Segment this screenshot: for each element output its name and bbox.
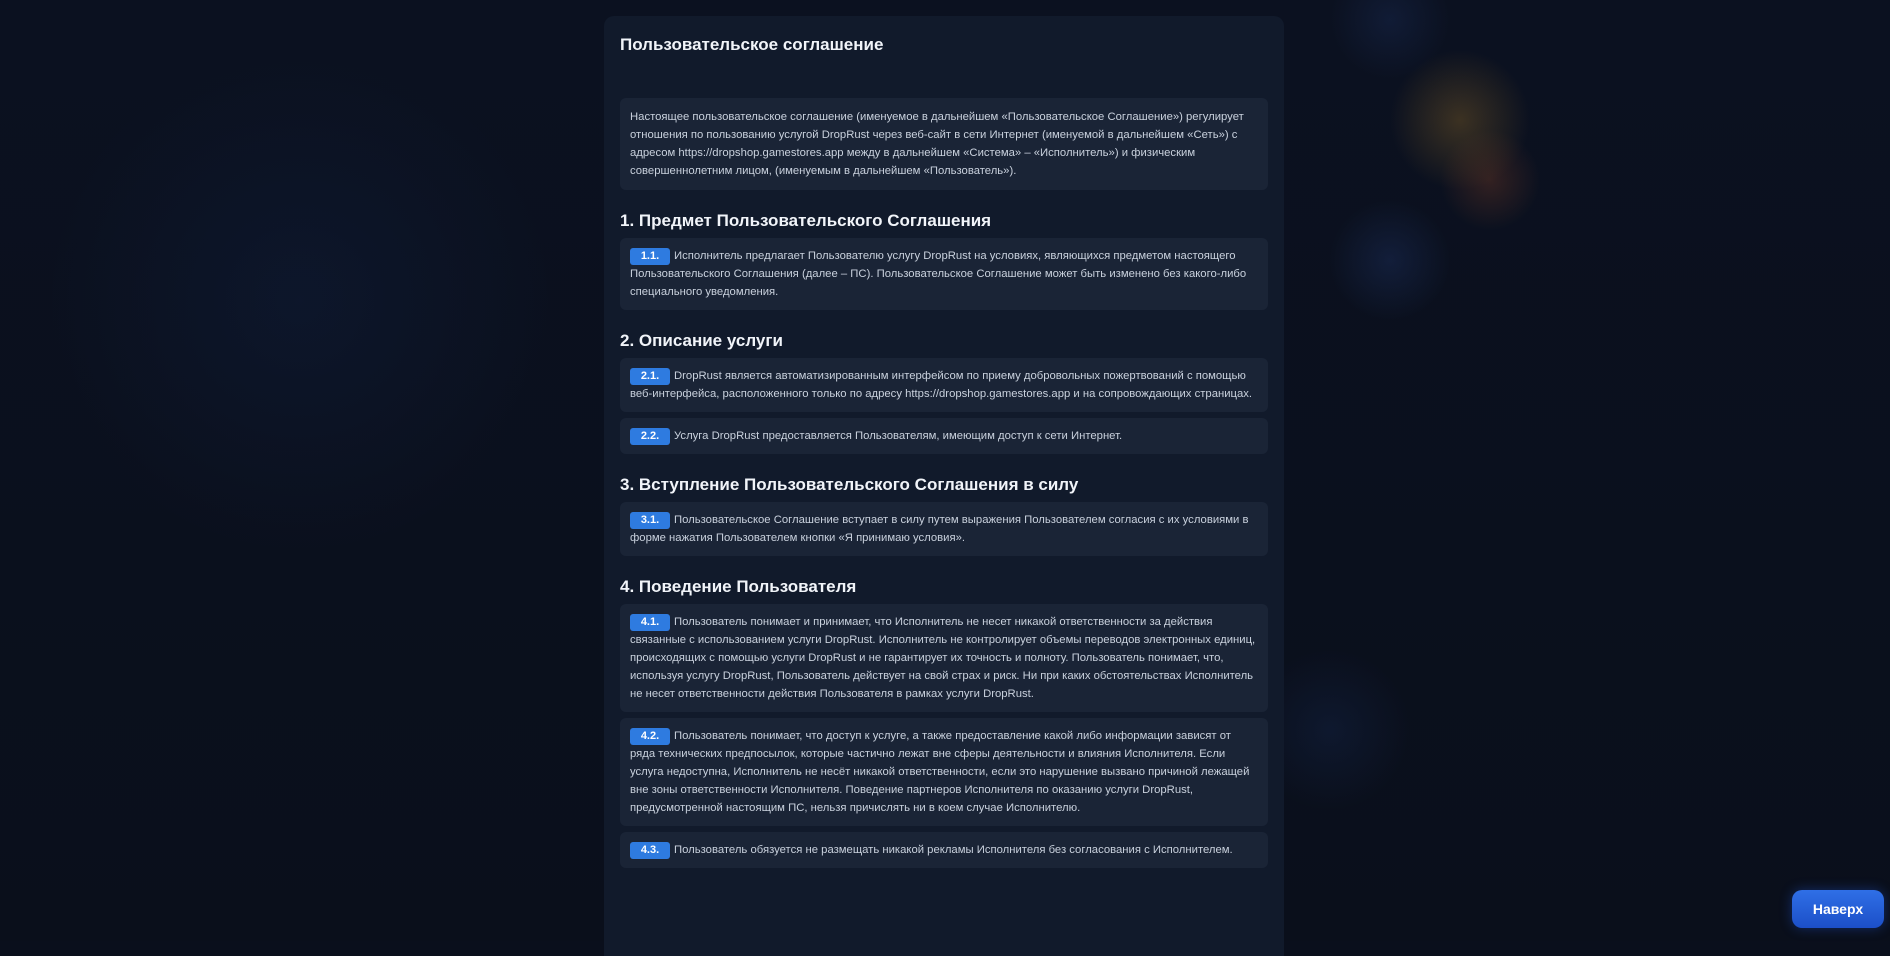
clause-number-badge: 4.3. (630, 842, 670, 859)
agreement-panel: Пользовательское соглашение Настоящее по… (604, 16, 1284, 956)
clause-3-1: 3.1.Пользовательское Соглашение вступает… (620, 502, 1268, 556)
clause-text: DropRust является автоматизированным инт… (630, 370, 1252, 400)
clause-2-2: 2.2. Услуга DropRust предоставляется Поль… (620, 418, 1268, 454)
clause-2-1: 2.1.DropRust является автоматизированным… (620, 358, 1268, 412)
clause-text: Пользователь понимает, что доступ к услу… (630, 730, 1249, 814)
clause-text: Услуга DropRust предоставляется Пользова… (674, 430, 1122, 442)
intro-text: Настоящее пользовательское соглашение (и… (620, 98, 1268, 190)
clause-number-badge: 2.1. (630, 368, 670, 385)
page-title: Пользовательское соглашение (620, 16, 1268, 58)
clause-text: Пользователь понимает и принимает, что И… (630, 616, 1255, 700)
clause-1-1: 1.1.Исполнитель предлагает Пользователю … (620, 238, 1268, 310)
section-2-title: 2. Описание услуги (620, 330, 1268, 352)
section-1-title: 1. Предмет Пользовательского Соглашения (620, 210, 1268, 232)
section-4-title: 4. Поведение Пользователя (620, 576, 1268, 598)
clause-number-badge: 2.2. (630, 428, 670, 445)
clause-number-badge: 4.1. (630, 614, 670, 631)
clause-text: Пользовательское Соглашение вступает в с… (630, 514, 1248, 544)
clause-number-badge: 1.1. (630, 248, 670, 265)
scroll-to-top-button[interactable]: Наверх (1792, 890, 1884, 928)
clause-number-badge: 4.2. (630, 728, 670, 745)
clause-number-badge: 3.1. (630, 512, 670, 529)
clause-text: Исполнитель предлагает Пользователю услу… (630, 250, 1246, 298)
clause-text: Пользователь обязуется не размещать ника… (674, 844, 1233, 856)
clause-4-2: 4.2.Пользователь понимает, что доступ к … (620, 718, 1268, 826)
section-3-title: 3. Вступление Пользовательского Соглашен… (620, 474, 1268, 496)
clause-4-3: 4.3. Пользователь обязуется не размещать … (620, 832, 1268, 868)
clause-4-1: 4.1.Пользователь понимает и принимает, ч… (620, 604, 1268, 712)
